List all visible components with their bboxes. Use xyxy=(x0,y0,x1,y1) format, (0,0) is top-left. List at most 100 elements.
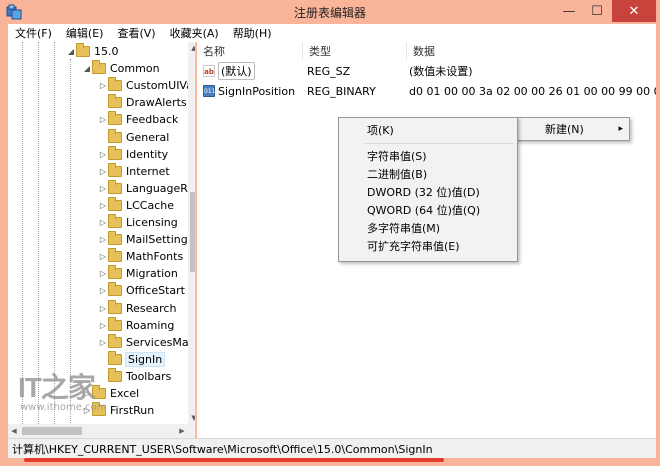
tree-item-label: Migration xyxy=(126,267,178,281)
value-type: REG_BINARY xyxy=(307,84,376,98)
expanded-arrow-icon[interactable]: ◢ xyxy=(82,64,92,73)
maximize-button[interactable]: ☐ xyxy=(584,0,610,22)
submenu-item-qword-value[interactable]: QWORD (64 位)值(Q) xyxy=(339,201,517,219)
menu-view[interactable]: 查看(V) xyxy=(110,25,162,41)
collapsed-arrow-icon[interactable]: ▷ xyxy=(98,167,108,176)
collapsed-arrow-icon[interactable]: ▷ xyxy=(98,338,108,347)
tree-item[interactable]: ▷ Identity xyxy=(98,145,169,163)
collapsed-arrow-icon[interactable]: ▷ xyxy=(98,321,108,330)
value-row-default[interactable]: ab (默认) REG_SZ (数值未设置) xyxy=(197,62,656,80)
tree-item[interactable]: ▷ Research xyxy=(98,299,176,317)
watermark-logo: IT之家 xyxy=(18,372,96,403)
tree-item[interactable]: ▷ OfficeStart xyxy=(98,282,185,299)
menu-favorites[interactable]: 收藏夹(A) xyxy=(163,25,226,41)
collapsed-arrow-icon[interactable]: ▷ xyxy=(98,269,108,278)
tree-item[interactable]: ▷ Roaming xyxy=(98,316,174,334)
tree-item-label: Identity xyxy=(126,147,169,161)
tree-item-label: DrawAlerts xyxy=(126,96,187,110)
tree-item-label: Internet xyxy=(126,164,170,178)
menu-file[interactable]: 文件(F) xyxy=(8,25,59,41)
collapsed-arrow-icon[interactable]: ▷ xyxy=(98,304,108,313)
folder-icon xyxy=(108,196,122,211)
tree-item[interactable]: ▷ ServicesMar xyxy=(98,333,194,351)
tree-item[interactable]: ▷ CustomUIVa xyxy=(98,77,193,94)
tree-item-label: LCCache xyxy=(126,198,175,212)
tree-vertical-scrollbar[interactable]: ▲ ▼ xyxy=(188,42,195,424)
folder-icon xyxy=(108,282,122,297)
collapsed-arrow-icon[interactable]: ▷ xyxy=(98,115,108,124)
title-bar[interactable]: 注册表编辑器 — ☐ ✕ xyxy=(0,0,660,24)
folder-icon xyxy=(92,60,106,75)
tree-horizontal-scrollbar[interactable]: ◀ ▶ xyxy=(8,424,195,438)
submenu-arrow-icon: ▸ xyxy=(618,124,623,134)
folder-icon xyxy=(108,333,122,348)
folder-icon xyxy=(108,248,122,263)
collapsed-arrow-icon[interactable]: ▷ xyxy=(98,150,108,159)
folder-icon xyxy=(108,316,122,331)
collapsed-arrow-icon[interactable]: ▷ xyxy=(98,184,108,193)
value-name: (默认) xyxy=(218,62,255,80)
tree-item-label: General xyxy=(126,130,170,144)
scroll-thumb[interactable] xyxy=(190,192,195,272)
reg-sz-icon: ab xyxy=(203,65,215,77)
column-header-name[interactable]: 名称 xyxy=(197,42,303,60)
value-row-signinposition[interactable]: 011 SignInPosition REG_BINARY d0 01 00 0… xyxy=(197,82,656,100)
folder-icon xyxy=(108,299,122,314)
menu-item-new-label: 新建(N) xyxy=(545,123,584,136)
scroll-down-arrow-icon[interactable]: ▼ xyxy=(188,412,195,424)
scroll-left-arrow-icon[interactable]: ◀ xyxy=(8,424,20,438)
collapsed-arrow-icon[interactable]: ▷ xyxy=(98,201,108,210)
tree-item[interactable]: General xyxy=(98,128,170,146)
collapsed-arrow-icon[interactable]: ▷ xyxy=(98,252,108,261)
tree-item-label: 15.0 xyxy=(94,45,119,58)
tree-item-label: Excel xyxy=(110,387,140,400)
tree-item[interactable]: ▷ Migration xyxy=(98,265,178,282)
folder-icon xyxy=(108,265,122,280)
submenu-item-dword-value[interactable]: DWORD (32 位)值(D) xyxy=(339,183,517,201)
minimize-button[interactable]: — xyxy=(556,0,582,22)
folder-icon xyxy=(108,111,122,126)
collapsed-arrow-icon[interactable]: ▷ xyxy=(98,218,108,227)
value-name-cell: 011 SignInPosition xyxy=(203,82,303,100)
value-data: (数值未设置) xyxy=(409,65,473,78)
submenu-item-string-value[interactable]: 字符串值(S) xyxy=(339,147,517,165)
ithome-watermark: IT之家 www.ithome.com xyxy=(18,366,108,416)
watermark-url: www.ithome.com xyxy=(20,402,107,413)
submenu-item-key[interactable]: 项(K) xyxy=(339,121,517,139)
folder-icon xyxy=(108,367,122,382)
highlight-underline xyxy=(24,458,444,462)
column-header-data[interactable]: 数据 xyxy=(407,42,656,60)
tree-item[interactable]: Toolbars xyxy=(98,367,171,385)
menu-edit[interactable]: 编辑(E) xyxy=(59,25,111,41)
tree-item[interactable]: DrawAlerts xyxy=(98,94,187,111)
tree-item[interactable]: ▷ MathFonts xyxy=(98,248,183,265)
column-header-type[interactable]: 类型 xyxy=(303,42,407,60)
close-button[interactable]: ✕ xyxy=(612,0,656,22)
tree-item[interactable]: ▷ Internet xyxy=(98,162,170,180)
tree-item[interactable]: ▷ MailSettings xyxy=(98,231,193,248)
tree-item[interactable]: ▷ Licensing xyxy=(98,214,178,231)
menu-help[interactable]: 帮助(H) xyxy=(226,25,279,41)
expanded-arrow-icon[interactable]: ◢ xyxy=(66,47,76,56)
status-bar: 计算机\HKEY_CURRENT_USER\Software\Microsoft… xyxy=(8,438,656,458)
tree-item[interactable]: ▷ Feedback xyxy=(98,111,178,128)
folder-icon xyxy=(108,350,122,365)
tree-item-label: CustomUIVa xyxy=(126,79,193,93)
submenu-item-multi-string-value[interactable]: 多字符串值(M) xyxy=(339,219,517,237)
tree-item[interactable]: ▷ LCCache xyxy=(98,196,175,214)
submenu-item-binary-value[interactable]: 二进制值(B) xyxy=(339,165,517,183)
tree-item[interactable]: ▷ LanguageRe xyxy=(98,179,194,197)
tree-item[interactable]: ◢ 15.0 xyxy=(66,43,119,60)
menu-separator xyxy=(365,143,513,144)
scroll-thumb[interactable] xyxy=(22,427,82,435)
scroll-up-arrow-icon[interactable]: ▲ xyxy=(188,42,195,54)
collapsed-arrow-icon[interactable]: ▷ xyxy=(98,286,108,295)
menu-item-new[interactable]: 新建(N) ▸ xyxy=(517,120,629,138)
tree-item[interactable]: ◢ Common xyxy=(82,60,160,77)
collapsed-arrow-icon[interactable]: ▷ xyxy=(98,235,108,244)
value-name-cell: ab (默认) xyxy=(203,62,303,80)
scroll-right-arrow-icon[interactable]: ▶ xyxy=(176,424,188,438)
collapsed-arrow-icon[interactable]: ▷ xyxy=(98,81,108,90)
tree-item-label: ServicesMar xyxy=(126,335,194,349)
submenu-item-expandable-string-value[interactable]: 可扩充字符串值(E) xyxy=(339,237,517,255)
